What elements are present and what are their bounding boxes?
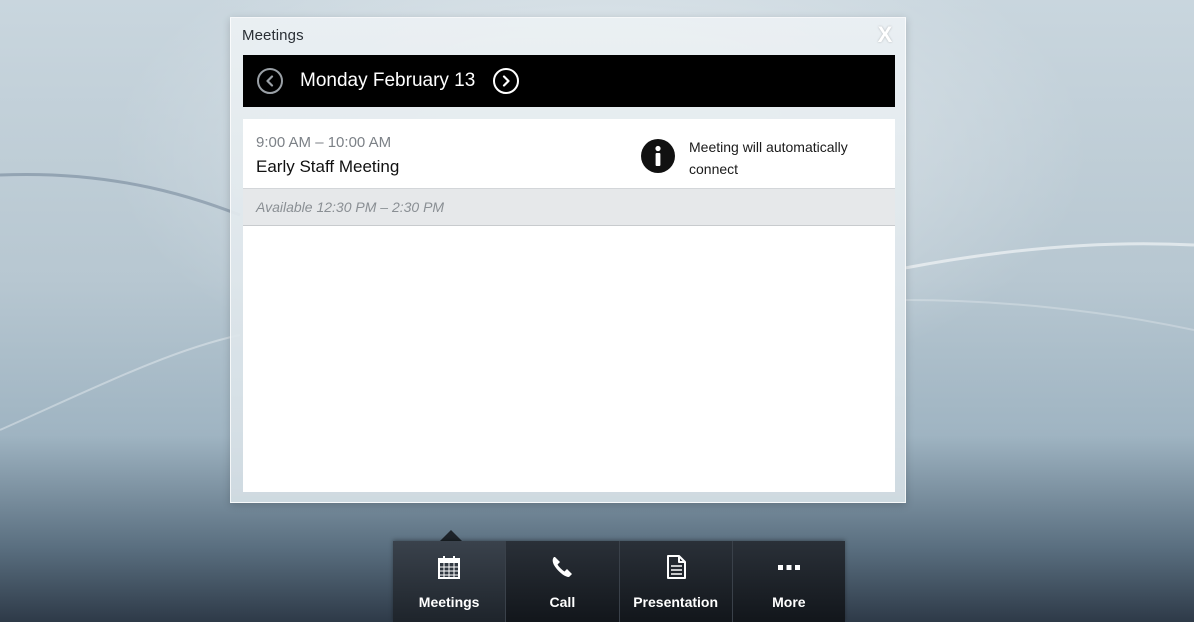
- meeting-list: 9:00 AM – 10:00 AM Early Staff Meeting M…: [243, 119, 895, 492]
- calendar-icon: [438, 556, 461, 579]
- panel-title: Meetings: [242, 27, 304, 44]
- available-slot-label: Available 12:30 PM – 2:30 PM: [256, 199, 445, 215]
- toolbar-label-more: More: [772, 594, 806, 610]
- document-icon: [666, 555, 686, 579]
- auto-connect-note: Meeting will automatically connect: [689, 139, 848, 177]
- available-slot[interactable]: Available 12:30 PM – 2:30 PM: [243, 189, 895, 226]
- toolbar-label-call: Call: [549, 594, 576, 610]
- toolbar-label-presentation: Presentation: [633, 594, 719, 610]
- chevron-left-circle-icon: [266, 75, 274, 87]
- active-tab-pointer: [440, 530, 462, 541]
- toolbar-button-meetings[interactable]: Meetings: [393, 541, 507, 622]
- previous-day-button[interactable]: [257, 68, 283, 94]
- toolbar-button-presentation[interactable]: Presentation: [620, 541, 733, 622]
- chevron-right-circle-icon: [503, 75, 510, 87]
- bottom-toolbar: Meetings Call Presentation More: [393, 541, 845, 622]
- toolbar-button-call[interactable]: Call: [506, 541, 620, 622]
- date-navigation-bar: Monday February 13: [243, 55, 895, 107]
- toolbar-button-more[interactable]: More: [733, 541, 845, 622]
- toolbar-label-meetings: Meetings: [418, 594, 480, 610]
- next-day-button[interactable]: [493, 68, 520, 94]
- meetings-panel: Meetings X Monday February 13 9:00 AM – …: [230, 17, 906, 503]
- phone-icon: [553, 557, 573, 577]
- desktop-background: Meetings X Monday February 13 9:00 AM – …: [0, 0, 1194, 622]
- more-icon: [777, 565, 800, 570]
- date-label: Monday February 13: [300, 70, 476, 91]
- info-icon: [641, 139, 675, 173]
- meeting-time: 9:00 AM – 10:00 AM: [256, 134, 392, 151]
- close-button[interactable]: X: [874, 24, 896, 46]
- meeting-name: Early Staff Meeting: [256, 157, 400, 176]
- meeting-item[interactable]: 9:00 AM – 10:00 AM Early Staff Meeting M…: [243, 119, 895, 189]
